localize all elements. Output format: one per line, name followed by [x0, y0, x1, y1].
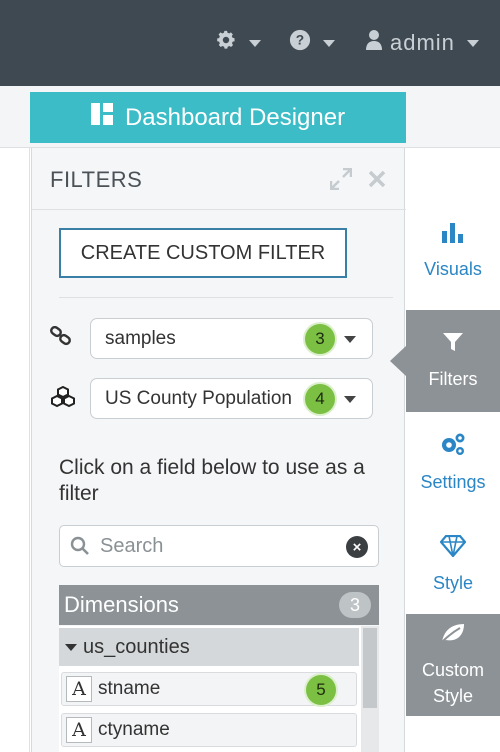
- close-icon[interactable]: [368, 168, 386, 194]
- step-badge: 4: [305, 384, 335, 414]
- group-row-us-counties[interactable]: us_counties: [59, 628, 359, 666]
- expand-icon[interactable]: [329, 167, 353, 196]
- diamond-icon: [439, 534, 467, 562]
- gear-icon: [215, 29, 237, 57]
- tab-filters[interactable]: Filters: [406, 310, 500, 412]
- tab-label: Filters: [428, 368, 478, 389]
- filters-panel: FILTERS CREATE CUSTOM FILTER samples 3 U…: [31, 148, 406, 752]
- panel-title: FILTERS: [50, 167, 143, 192]
- tab-visuals[interactable]: Visuals: [406, 200, 500, 302]
- chevron-down-icon: [344, 396, 356, 403]
- leaf-icon: [440, 622, 466, 649]
- chevron-down-icon: [323, 39, 335, 47]
- panel-header: FILTERS: [32, 148, 406, 210]
- canvas-edge: [0, 148, 30, 752]
- tab-label-line-1: Custom: [421, 659, 484, 680]
- text-type-icon: A: [66, 676, 92, 702]
- scrollbar-thumb[interactable]: [363, 628, 377, 708]
- text-type-icon: A: [66, 717, 92, 743]
- field-name: stname: [98, 678, 161, 699]
- search-icon: [70, 536, 90, 561]
- active-tab-pointer: [390, 346, 406, 376]
- filter-icon: [442, 331, 464, 358]
- clear-search-icon[interactable]: ×: [346, 536, 368, 558]
- search-input[interactable]: [98, 532, 338, 560]
- link-icon: [50, 325, 72, 351]
- question-circle-icon: ?: [289, 29, 311, 57]
- search-box: ×: [59, 525, 379, 567]
- tab-label: Visuals: [424, 258, 482, 279]
- svg-text:?: ?: [296, 33, 304, 48]
- chevron-down-icon: [344, 336, 356, 343]
- create-custom-filter-button[interactable]: CREATE CUSTOM FILTER: [59, 228, 347, 278]
- scrollbar[interactable]: [361, 626, 379, 752]
- user-name: admin: [390, 30, 455, 55]
- group-label: us_counties: [83, 635, 190, 658]
- divider: [59, 297, 393, 298]
- instruction-text: Click on a field below to use as a filte…: [59, 456, 365, 505]
- connection-select[interactable]: samples 3: [90, 318, 373, 359]
- user-menu[interactable]: admin: [366, 28, 479, 58]
- bar-chart-icon: [441, 221, 465, 248]
- field-name: ctyname: [98, 719, 170, 740]
- tab-label: Style: [432, 572, 474, 593]
- tab-settings[interactable]: Settings: [406, 412, 500, 514]
- step-badge: 5: [306, 675, 336, 705]
- user-icon: [366, 29, 382, 57]
- tab-label-line-2: Style: [432, 685, 473, 706]
- dashboard-icon: [90, 103, 113, 132]
- dataset-select[interactable]: US County Population 4: [90, 378, 373, 419]
- dimensions-count-badge: 3: [339, 592, 371, 618]
- dimensions-header[interactable]: Dimensions 3: [59, 585, 379, 625]
- chevron-down-icon: [249, 39, 261, 47]
- top-navbar: ? admin: [0, 0, 500, 86]
- tab-style[interactable]: Style: [406, 514, 500, 616]
- dashboard-designer-button[interactable]: Dashboard Designer: [30, 92, 406, 143]
- tab-label: Custom Style: [422, 657, 484, 709]
- cubes-icon: [50, 385, 76, 413]
- dimensions-label: Dimensions: [64, 592, 179, 617]
- connection-value: samples: [105, 327, 176, 349]
- field-row-stname[interactable]: A stname 5: [61, 672, 357, 706]
- tab-custom-style[interactable]: Custom Style: [406, 614, 500, 716]
- dashboard-designer-label: Dashboard Designer: [124, 103, 346, 131]
- settings-menu[interactable]: [215, 28, 261, 58]
- designer-sidebar: Visuals Filters Settings Style Custom Sty…: [406, 148, 500, 752]
- cogs-icon: [440, 432, 466, 461]
- dimensions-list: us_counties A stname 5 A ctyname: [59, 626, 379, 752]
- field-row-ctyname[interactable]: A ctyname: [61, 713, 357, 747]
- caret-down-icon: [65, 643, 77, 651]
- step-badge: 3: [305, 324, 335, 354]
- help-menu[interactable]: ?: [289, 28, 335, 58]
- chevron-down-icon: [466, 39, 479, 47]
- tab-label: Settings: [420, 471, 486, 492]
- dataset-value: US County Population: [105, 387, 292, 409]
